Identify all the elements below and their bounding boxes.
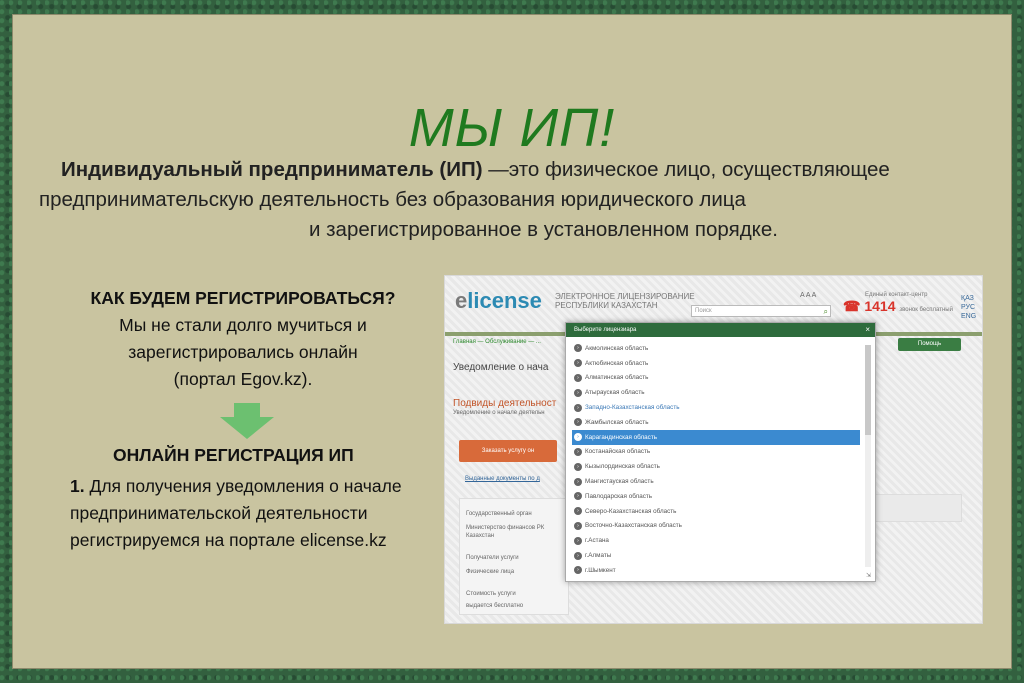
- licensor-item-label: г.Астана: [585, 537, 609, 545]
- service-info-box: Государственный орган Министерство финан…: [459, 498, 569, 615]
- licensor-item-label: Карагандинская область: [585, 433, 657, 441]
- licensor-item[interactable]: › Кызылординская область: [572, 459, 860, 474]
- definition-text-3: и зарегистрированное в установленном пор…: [309, 218, 778, 241]
- lang-kaz[interactable]: ҚАЗ: [961, 294, 976, 303]
- licensor-item[interactable]: › Атырауская область: [572, 385, 860, 400]
- notice-title: Уведомление о нача: [453, 362, 549, 373]
- licensor-item-label: Западно-Казахстанская область: [585, 404, 680, 412]
- licensor-item-label: г.Алматы: [585, 552, 612, 560]
- licensor-item[interactable]: › Жамбылская область: [572, 415, 860, 430]
- chevron-right-icon: ›: [574, 344, 582, 353]
- chevron-right-icon: ›: [574, 521, 582, 530]
- question-block: КАК БУДЕМ РЕГИСТРИРОВАТЬСЯ? Мы не стали …: [53, 285, 433, 393]
- chevron-right-icon: ›: [574, 566, 582, 575]
- licensor-item[interactable]: › г.Алматы: [572, 548, 860, 563]
- chevron-right-icon: ›: [574, 462, 582, 471]
- lang-rus[interactable]: РУС: [961, 303, 976, 312]
- down-arrow-icon: [220, 403, 274, 439]
- search-input[interactable]: Поиск ⌕: [691, 305, 831, 317]
- licensor-item[interactable]: › Западно-Казахстанская область: [572, 400, 860, 415]
- lang-eng[interactable]: ENG: [961, 312, 976, 321]
- definition-text-1: —это физическое лицо, осуществляющее: [482, 158, 890, 181]
- licensor-list: › Акмолинская область › Актюбинская область…: [572, 341, 860, 578]
- subsection-text: Уведомление о начале деятельн: [453, 410, 545, 416]
- elicense-logo: elicense: [455, 288, 542, 313]
- licensor-item[interactable]: › Алматинская область: [572, 371, 860, 386]
- definition-term: Индивидуальный предприниматель (ИП): [61, 158, 483, 181]
- breadcrumb[interactable]: Главная — Обслуживание — ...: [453, 339, 541, 345]
- question-line-3: (портал Egov.kz).: [173, 369, 313, 389]
- licensor-item-label: Жамбылская область: [585, 418, 649, 426]
- step-1: 1. Для получения уведомления о начале пр…: [70, 473, 410, 554]
- question-heading: КАК БУДЕМ РЕГИСТРИРОВАТЬСЯ?: [90, 288, 396, 308]
- font-size-controls[interactable]: A A A: [800, 292, 816, 299]
- question-line-1: Мы не стали долго мучиться и: [119, 315, 367, 335]
- licensor-item[interactable]: › Акмолинская область: [572, 341, 860, 356]
- licensor-item[interactable]: › Актюбинская область: [572, 356, 860, 371]
- licensor-item[interactable]: › Павлодарская область: [572, 489, 860, 504]
- licensor-item-label: г.Шымкент: [585, 566, 616, 574]
- licensor-item-label: Атырауская область: [585, 389, 645, 397]
- definition-text-2: предпринимательскую деятельность без обр…: [39, 188, 746, 211]
- chevron-right-icon: ›: [574, 373, 582, 382]
- chevron-right-icon: ›: [574, 403, 582, 412]
- licensor-item-label: Павлодарская область: [585, 492, 653, 500]
- licensor-item-label: Акмолинская область: [585, 344, 649, 352]
- phone-icon: ☎: [843, 298, 861, 314]
- phone-number: ☎ 1414 звонок бесплатный: [843, 298, 953, 314]
- licensor-item[interactable]: › Восточно-Казахстанская область: [572, 519, 860, 534]
- chevron-right-icon: ›: [574, 418, 582, 427]
- step-number: 1.: [70, 476, 85, 496]
- chevron-right-icon: ›: [574, 477, 582, 486]
- chevron-right-icon: ›: [574, 551, 582, 560]
- licensor-item[interactable]: › г.Шымкент: [572, 563, 860, 578]
- licensor-item[interactable]: › Северо-Казахстанская область: [572, 504, 860, 519]
- modal-header: Выберите лицензиара ×: [566, 323, 875, 337]
- chevron-right-icon: ›: [574, 388, 582, 397]
- step-text: Для получения уведомления о начале предп…: [70, 476, 402, 550]
- licensor-item-label: Мангистауская область: [585, 478, 654, 486]
- question-line-2: зарегистрировались онлайн: [128, 342, 358, 362]
- chevron-right-icon: ›: [574, 536, 582, 545]
- issued-documents-link[interactable]: Выданные документы по д: [465, 476, 540, 482]
- search-icon[interactable]: ⌕: [824, 306, 828, 317]
- chevron-right-icon: ›: [574, 447, 582, 456]
- licensor-item[interactable]: › Костанайская область: [572, 445, 860, 460]
- online-heading: ОНЛАЙН РЕГИСТРАЦИЯ ИП: [113, 445, 354, 465]
- licensor-item-label: Костанайская область: [585, 448, 651, 456]
- licensor-item[interactable]: › Мангистауская область: [572, 474, 860, 489]
- chevron-right-icon: ›: [574, 492, 582, 501]
- licensor-item-label: Кызылординская область: [585, 463, 660, 471]
- licensor-item-label: Алматинская область: [585, 374, 649, 382]
- help-button[interactable]: Помощь: [898, 338, 961, 351]
- chevron-right-icon: ›: [574, 359, 582, 368]
- definition: Индивидуальный предприниматель (ИП) —это…: [39, 155, 989, 245]
- order-service-button[interactable]: Заказать услугу он: [459, 440, 557, 462]
- licensor-item[interactable]: › г.Астана: [572, 533, 860, 548]
- resize-icon[interactable]: ⇲: [866, 572, 871, 579]
- licensor-item-label: Актюбинская область: [585, 359, 649, 367]
- licensor-item-label: Восточно-Казахстанская область: [585, 522, 682, 530]
- chevron-right-icon: ›: [574, 507, 582, 516]
- subsection-title: Подвиды деятельност: [453, 398, 557, 409]
- close-icon[interactable]: ×: [865, 323, 870, 337]
- licensor-item-label: Северо-Казахстанская область: [585, 507, 677, 515]
- elicense-screenshot: elicense ЭЛЕКТРОННОЕ ЛИЦЕНЗИРОВАНИЕ РЕСП…: [444, 275, 983, 624]
- scrollbar[interactable]: [865, 345, 871, 567]
- chevron-right-icon: ›: [574, 433, 582, 442]
- licensor-modal: Выберите лицензиара × › Акмолинская област…: [565, 322, 876, 582]
- language-switcher[interactable]: ҚАЗ РУС ENG: [961, 294, 976, 321]
- slogan: ЭЛЕКТРОННОЕ ЛИЦЕНЗИРОВАНИЕ РЕСПУБЛИКИ КА…: [555, 292, 695, 310]
- licensor-item[interactable]: › Карагандинская область: [572, 429, 860, 445]
- slide-title: МЫ ИП!: [408, 98, 616, 158]
- slide: МЫ ИП! Индивидуальный предприниматель (И…: [12, 14, 1012, 669]
